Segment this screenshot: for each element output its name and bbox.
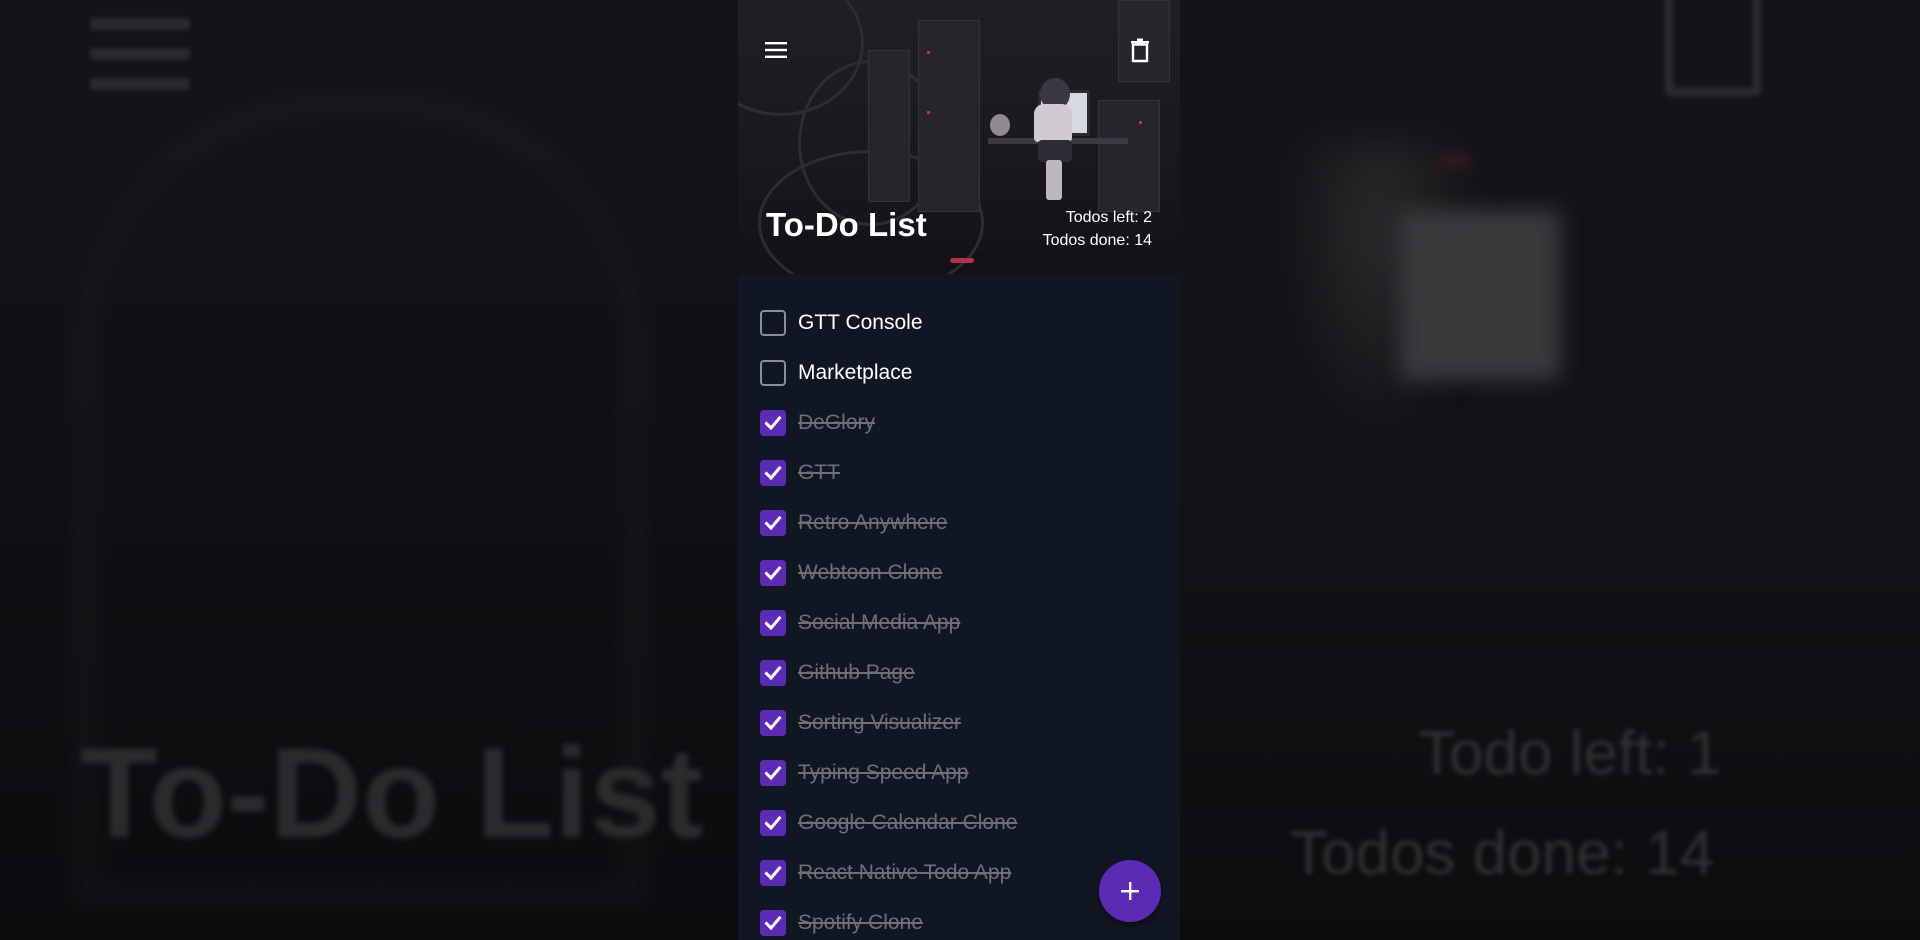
- check-icon: [764, 615, 782, 631]
- todo-item[interactable]: Google Calendar Clone: [738, 798, 1180, 848]
- todo-stats: Todos left: 2 Todos done: 14: [1043, 206, 1152, 252]
- checkbox[interactable]: [760, 360, 786, 386]
- check-icon: [764, 865, 782, 881]
- backdrop-red-light: [1440, 155, 1470, 167]
- check-icon: [764, 565, 782, 581]
- checkbox[interactable]: [760, 760, 786, 786]
- todos-done-count: Todos done: 14: [1042, 232, 1152, 249]
- todo-label: Typing Speed App: [798, 761, 969, 784]
- backdrop-todos-done: Todos done: 14: [1290, 819, 1715, 888]
- todo-label: Social Media App: [798, 611, 961, 634]
- checkbox[interactable]: [760, 810, 786, 836]
- checkbox[interactable]: [760, 910, 786, 936]
- teddy-bear: [990, 114, 1010, 136]
- todo-label: Google Calendar Clone: [798, 811, 1018, 834]
- checkbox[interactable]: [760, 660, 786, 686]
- todo-item[interactable]: Sorting Visualizer: [738, 698, 1180, 748]
- add-todo-button[interactable]: [1099, 860, 1161, 922]
- check-icon: [764, 765, 782, 781]
- todo-label: Marketplace: [798, 361, 913, 384]
- todo-label: DeGlory: [798, 411, 876, 434]
- check-icon: [764, 815, 782, 831]
- backdrop-monitor: [1400, 210, 1560, 380]
- todo-item[interactable]: Social Media App: [738, 598, 1180, 648]
- todo-label: Webtoon Clone: [798, 561, 943, 584]
- backdrop-title: To-Do List: [80, 722, 704, 865]
- check-icon: [764, 715, 782, 731]
- backdrop-todo-left: Todo left: 1: [1418, 719, 1722, 788]
- todo-label: Retro Anywhere: [798, 511, 948, 534]
- page-title: To-Do List: [766, 206, 927, 243]
- todo-label: Github Page: [798, 661, 915, 684]
- todo-app: To-Do List Todos left: 2 Todos done: 14 …: [738, 0, 1180, 940]
- checkbox[interactable]: [760, 310, 786, 336]
- todos-left-count: Todos left: 2: [1065, 209, 1152, 226]
- check-icon: [764, 415, 782, 431]
- todo-label: Spotify Clone: [798, 911, 923, 934]
- todo-item[interactable]: Retro Anywhere: [738, 498, 1180, 548]
- todo-item[interactable]: Webtoon Clone: [738, 548, 1180, 598]
- girl-figure: [1034, 104, 1072, 142]
- check-icon: [764, 915, 782, 931]
- checkbox[interactable]: [760, 410, 786, 436]
- trash-icon[interactable]: [1126, 36, 1154, 64]
- todo-item[interactable]: GTT Console: [738, 298, 1180, 348]
- check-icon: [764, 665, 782, 681]
- backdrop-menu-icon: [90, 0, 190, 90]
- todo-label: GTT Console: [798, 311, 923, 334]
- header-banner: To-Do List Todos left: 2 Todos done: 14: [738, 0, 1180, 274]
- backdrop-trash-icon: [1665, 0, 1761, 96]
- checkbox[interactable]: [760, 510, 786, 536]
- check-icon: [764, 515, 782, 531]
- checkbox[interactable]: [760, 610, 786, 636]
- checkbox[interactable]: [760, 460, 786, 486]
- plus-icon: [1121, 882, 1139, 900]
- todo-item[interactable]: Github Page: [738, 648, 1180, 698]
- checkbox[interactable]: [760, 860, 786, 886]
- todo-item[interactable]: DeGlory: [738, 398, 1180, 448]
- todo-label: GTT: [798, 461, 840, 484]
- todo-item[interactable]: Typing Speed App: [738, 748, 1180, 798]
- checkbox[interactable]: [760, 560, 786, 586]
- todo-item[interactable]: GTT: [738, 448, 1180, 498]
- todo-label: React Native Todo App: [798, 861, 1012, 884]
- todo-item[interactable]: Marketplace: [738, 348, 1180, 398]
- todo-label: Sorting Visualizer: [798, 711, 962, 734]
- checkbox[interactable]: [760, 710, 786, 736]
- menu-icon[interactable]: [762, 36, 790, 64]
- todo-list: GTT Console Marketplace DeGlory GTT Retr…: [738, 298, 1180, 940]
- check-icon: [764, 465, 782, 481]
